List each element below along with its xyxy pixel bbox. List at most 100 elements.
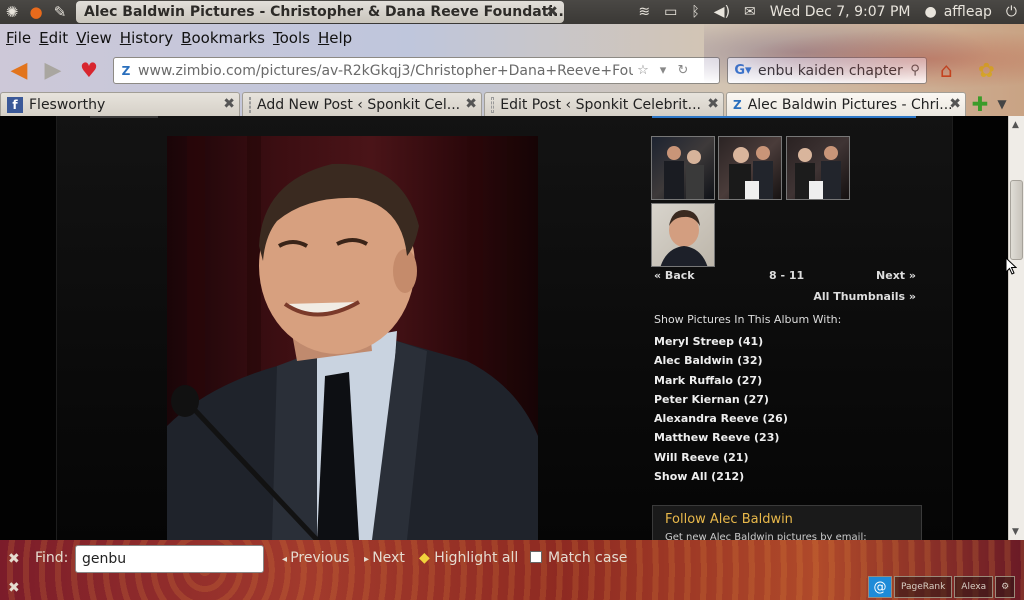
url-dropdown-icon[interactable]: ▾ xyxy=(653,63,673,78)
scroll-down-arrow-icon[interactable]: ▼ xyxy=(1012,527,1019,537)
battery-icon[interactable]: ▭ xyxy=(657,0,684,24)
window-title-text: Alec Baldwin Pictures - Christopher & Da… xyxy=(84,4,564,20)
find-close-icon[interactable]: ✖ xyxy=(8,551,20,567)
find-label: Find: xyxy=(35,550,69,566)
addon-icon[interactable]: ✿ xyxy=(978,58,995,82)
thumbnail-1[interactable] xyxy=(651,136,715,200)
scroll-up-arrow-icon[interactable]: ▲ xyxy=(1012,120,1019,130)
filter-list: Meryl Streep (41) Alec Baldwin (32) Mark… xyxy=(654,335,788,489)
menu-view[interactable]: View xyxy=(72,29,116,47)
match-case-label: Match case xyxy=(548,550,628,566)
bookmark-star-icon[interactable]: ☆ xyxy=(633,63,653,78)
find-input[interactable]: genbu xyxy=(75,545,264,573)
previous-arrow-icon: ◂ xyxy=(282,554,291,565)
status-widgets: @ PageRank Alexa ⚙ xyxy=(868,576,1016,598)
forward-arrow-icon[interactable]: ▶ xyxy=(40,58,66,83)
highlight-all-button[interactable]: ◆ Highlight all xyxy=(419,550,518,566)
user-status-icon[interactable]: ● xyxy=(918,0,944,24)
gear-icon[interactable]: ⚙ xyxy=(995,576,1016,598)
power-icon[interactable]: ⏻ xyxy=(999,0,1024,24)
tab-close-icon[interactable]: ✖ xyxy=(949,96,961,112)
filter-link[interactable]: Alec Baldwin (32) xyxy=(654,354,788,373)
tab-close-icon[interactable]: ✖ xyxy=(223,96,235,112)
addon-bar-close-icon[interactable]: ✖ xyxy=(8,580,20,596)
match-case-toggle[interactable]: Match case xyxy=(530,550,627,566)
filter-link[interactable]: Peter Kiernan (27) xyxy=(654,393,788,412)
browser-chrome: File Edit View History Bookmarks Tools H… xyxy=(0,24,1024,116)
tab-close-icon[interactable]: ✖ xyxy=(707,96,719,112)
menu-tools[interactable]: Tools xyxy=(269,29,314,47)
heart-icon[interactable]: ♥ xyxy=(76,58,102,82)
find-next-button[interactable]: ▸ Next xyxy=(364,550,405,566)
url-text[interactable]: www.zimbio.com/pictures/av-R2kGkqj3/Chri… xyxy=(138,63,633,79)
mail-icon[interactable]: ✉ xyxy=(737,0,763,24)
header-divider xyxy=(90,116,158,118)
firefox-launcher-icon[interactable]: ● xyxy=(24,0,48,24)
thumbnail-2-drawing xyxy=(729,146,773,199)
back-arrow-icon[interactable]: ◀ xyxy=(6,58,32,83)
thumbnail-4[interactable] xyxy=(651,203,715,267)
thumbnail-3[interactable] xyxy=(786,136,850,200)
thumbnail-4-drawing xyxy=(660,210,708,266)
clock[interactable]: Wed Dec 7, 9:07 PM xyxy=(763,0,918,24)
user-name[interactable]: affleap xyxy=(944,0,999,24)
home-icon[interactable]: ⌂ xyxy=(940,58,953,82)
scrollbar-thumb[interactable] xyxy=(1010,180,1023,260)
match-case-checkbox[interactable] xyxy=(530,551,542,563)
filter-link[interactable]: Will Reeve (21) xyxy=(654,451,788,470)
find-bar: ✖ Find: genbu ◂ Previous ▸ Next ◆ Highli… xyxy=(0,540,1024,600)
vertical-scrollbar[interactable]: ▲ ▼ xyxy=(1008,116,1024,540)
all-thumbnails-link[interactable]: All Thumbnails » xyxy=(813,290,916,303)
tab-label: Edit Post ‹ Sponkit Celebrit... xyxy=(500,96,701,113)
google-icon[interactable]: G▾ xyxy=(728,63,758,78)
menu-history[interactable]: History xyxy=(116,29,177,47)
filter-link[interactable]: Matthew Reeve (23) xyxy=(654,431,788,450)
volume-icon[interactable]: ◀) xyxy=(707,0,737,24)
reload-icon[interactable]: ↻ xyxy=(673,63,693,78)
bluetooth-icon[interactable]: ᛒ xyxy=(684,0,706,24)
tab-flesworthy[interactable]: f Flesworthy ✖ xyxy=(0,92,240,116)
url-bar[interactable]: Z www.zimbio.com/pictures/av-R2kGkqj3/Ch… xyxy=(113,57,720,84)
tab-edit-post[interactable]: Edit Post ‹ Sponkit Celebrit... ✖ xyxy=(484,92,724,116)
pager-back-link[interactable]: « Back xyxy=(654,269,695,282)
window-close-icon[interactable]: ✖ xyxy=(546,1,558,23)
highlighter-icon: ◆ xyxy=(419,550,430,566)
tab-list-chevron-icon[interactable]: ▼ xyxy=(992,92,1012,116)
menubar: File Edit View History Bookmarks Tools H… xyxy=(0,24,356,52)
window-title: Alec Baldwin Pictures - Christopher & Da… xyxy=(76,1,564,23)
menu-bookmarks[interactable]: Bookmarks xyxy=(177,29,269,47)
pager-next-link[interactable]: Next » xyxy=(876,269,916,282)
main-photo-drawing xyxy=(167,136,538,540)
find-previous-button[interactable]: ◂ Previous xyxy=(282,550,349,566)
wifi-icon[interactable]: ≋ xyxy=(631,0,657,24)
tab-bar: f Flesworthy ✖ Add New Post ‹ Sponkit Ce… xyxy=(0,90,1024,116)
tab-close-icon[interactable]: ✖ xyxy=(465,96,477,112)
follow-subtitle: Get new Alec Baldwin pictures by email: xyxy=(665,532,867,540)
follow-title[interactable]: Follow Alec Baldwin xyxy=(665,512,793,527)
zimbio-icon: Z xyxy=(733,97,742,112)
pagerank-widget[interactable]: PageRank xyxy=(894,576,953,598)
filter-link[interactable]: Meryl Streep (41) xyxy=(654,335,788,354)
menu-help[interactable]: Help xyxy=(314,29,356,47)
ubuntu-menu-icon[interactable]: ✺ xyxy=(0,0,24,24)
filter-link[interactable]: Alexandra Reeve (26) xyxy=(654,412,788,431)
thumbnail-1-drawing xyxy=(664,146,704,199)
facebook-icon: f xyxy=(7,96,23,113)
next-arrow-icon: ▸ xyxy=(364,554,373,565)
thumbnail-2[interactable] xyxy=(718,136,782,200)
filter-link[interactable]: Mark Ruffalo (27) xyxy=(654,374,788,393)
menu-file[interactable]: File xyxy=(2,29,35,47)
search-bar[interactable]: G▾ enbu kaiden chapter 35 ⚲ xyxy=(727,57,927,84)
magnifier-icon[interactable]: ⚲ xyxy=(906,63,924,78)
search-input[interactable]: enbu kaiden chapter 35 xyxy=(758,63,906,79)
tab-add-new-post[interactable]: Add New Post ‹ Sponkit Cel... ✖ xyxy=(242,92,482,116)
alexa-widget[interactable]: Alexa xyxy=(954,576,994,598)
new-tab-plus-icon[interactable]: ✚ xyxy=(968,92,992,116)
menu-edit[interactable]: Edit xyxy=(35,29,72,47)
follow-box: Follow Alec Baldwin Get new Alec Baldwin… xyxy=(652,505,922,540)
tab-alec-baldwin[interactable]: Z Alec Baldwin Pictures - Chri... ✖ xyxy=(726,92,966,116)
main-photo[interactable] xyxy=(167,136,538,540)
email-at-icon[interactable]: @ xyxy=(868,576,892,598)
editor-launcher-icon[interactable]: ✎ xyxy=(48,0,72,24)
filter-link-show-all[interactable]: Show All (212) xyxy=(654,470,788,489)
